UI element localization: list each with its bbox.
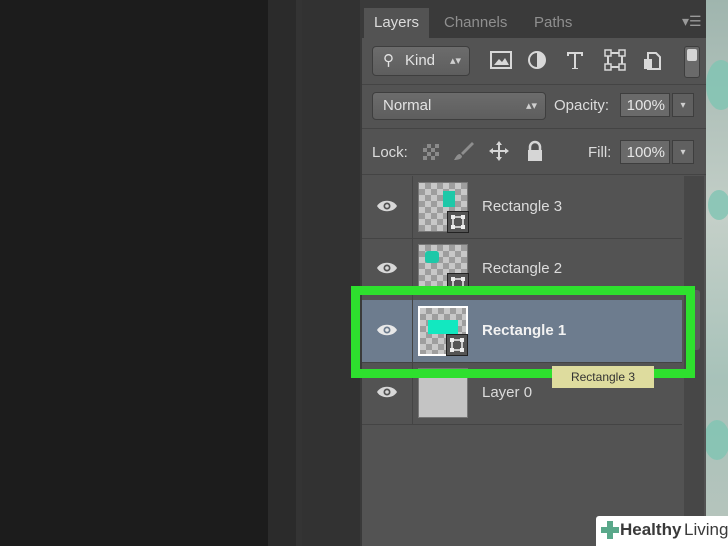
tab-paths[interactable]: Paths bbox=[524, 8, 582, 38]
fill-input[interactable]: 100% bbox=[620, 140, 670, 164]
layer-row[interactable]: Rectangle 3 bbox=[362, 176, 682, 239]
blend-mode-select[interactable]: Normal ▴▾ bbox=[372, 92, 546, 120]
plus-logo-icon bbox=[600, 520, 620, 540]
lock-pixels-brush-icon[interactable] bbox=[452, 140, 474, 162]
fill-dropdown-button[interactable]: ▾ bbox=[672, 140, 694, 164]
layer-name: Rectangle 3 bbox=[482, 198, 563, 215]
panel-menu-icon[interactable]: ▾☰ bbox=[682, 14, 702, 28]
eye-icon[interactable] bbox=[376, 260, 398, 276]
opacity-input[interactable]: 100% bbox=[620, 93, 670, 117]
fill-label: Fill: bbox=[588, 144, 612, 161]
eye-icon[interactable] bbox=[376, 384, 398, 400]
shape-layer-icon bbox=[447, 273, 469, 295]
layer-thumbnail bbox=[418, 368, 468, 418]
document-canvas bbox=[0, 0, 268, 546]
layer-row[interactable]: Rectangle 2 bbox=[362, 238, 682, 301]
layers-list: Rectangle 3 Rectangle 2 Rectangle 1 Laye… bbox=[362, 176, 682, 546]
divider bbox=[362, 174, 706, 175]
canvas-margin bbox=[268, 0, 296, 546]
eye-icon[interactable] bbox=[376, 322, 398, 338]
drag-tooltip: Rectangle 3 bbox=[552, 366, 654, 388]
layer-name: Rectangle 1 bbox=[482, 322, 567, 339]
panel-gutter bbox=[302, 0, 360, 546]
layers-scrollbar[interactable] bbox=[684, 176, 704, 546]
opacity-dropdown-button[interactable]: ▾ bbox=[672, 93, 694, 117]
divider bbox=[412, 300, 413, 362]
image-filter-icon[interactable] bbox=[488, 49, 514, 71]
divider bbox=[362, 128, 706, 129]
divider bbox=[362, 84, 706, 85]
layer-name: Layer 0 bbox=[482, 384, 533, 401]
watermark-brand-suffix: Living bbox=[684, 520, 728, 539]
adjustment-filter-icon[interactable] bbox=[524, 49, 550, 71]
divider bbox=[412, 176, 413, 238]
updown-arrow-icon: ▴▾ bbox=[525, 100, 537, 112]
updown-arrow-icon: ▴▾ bbox=[449, 55, 461, 67]
scrollbar-thumb[interactable] bbox=[688, 290, 700, 350]
lock-position-move-icon[interactable] bbox=[488, 140, 510, 162]
tab-layers[interactable]: Layers bbox=[364, 8, 430, 38]
shape-layer-icon bbox=[447, 211, 469, 233]
kind-filter-label: Kind bbox=[405, 52, 436, 69]
lock-transparency-icon[interactable] bbox=[420, 140, 442, 162]
layer-row-selected[interactable]: Rectangle 1 bbox=[362, 300, 682, 363]
lock-label: Lock: bbox=[372, 144, 408, 161]
layer-thumbnail bbox=[418, 182, 469, 233]
blend-mode-value: Normal bbox=[383, 97, 432, 114]
layer-name: Rectangle 2 bbox=[482, 260, 563, 277]
kind-filter-select[interactable]: ⚲ Kind ▴▾ bbox=[372, 46, 470, 76]
shape-filter-icon[interactable] bbox=[602, 49, 628, 71]
layer-thumbnail bbox=[418, 306, 468, 356]
lock-all-padlock-icon[interactable] bbox=[524, 140, 546, 162]
filter-toggle-switch[interactable] bbox=[684, 46, 700, 78]
tab-channels[interactable]: Channels bbox=[434, 8, 517, 38]
blend-row: Normal ▴▾ Opacity: 100% ▾ bbox=[362, 90, 706, 122]
search-icon: ⚲ bbox=[383, 52, 394, 69]
type-filter-icon[interactable] bbox=[562, 49, 588, 71]
watermark-brand: Healthy bbox=[620, 520, 682, 539]
panel-tabs: Layers Channels Paths ▾☰ bbox=[362, 0, 706, 38]
smart-object-filter-icon[interactable] bbox=[640, 49, 666, 71]
background-photo-strip bbox=[704, 0, 728, 546]
divider bbox=[412, 238, 413, 300]
opacity-label: Opacity: bbox=[554, 97, 610, 114]
watermark: Healthy Living bbox=[596, 516, 728, 546]
lock-row: Lock: Fill: 100% ▾ bbox=[362, 136, 706, 168]
layers-panel: Layers Channels Paths ▾☰ ⚲ Kind ▴▾ Norma… bbox=[360, 0, 706, 546]
divider bbox=[412, 362, 413, 424]
filter-row: ⚲ Kind ▴▾ bbox=[362, 44, 706, 78]
layer-thumbnail bbox=[418, 244, 469, 295]
eye-icon[interactable] bbox=[376, 198, 398, 214]
shape-layer-icon bbox=[446, 334, 468, 356]
